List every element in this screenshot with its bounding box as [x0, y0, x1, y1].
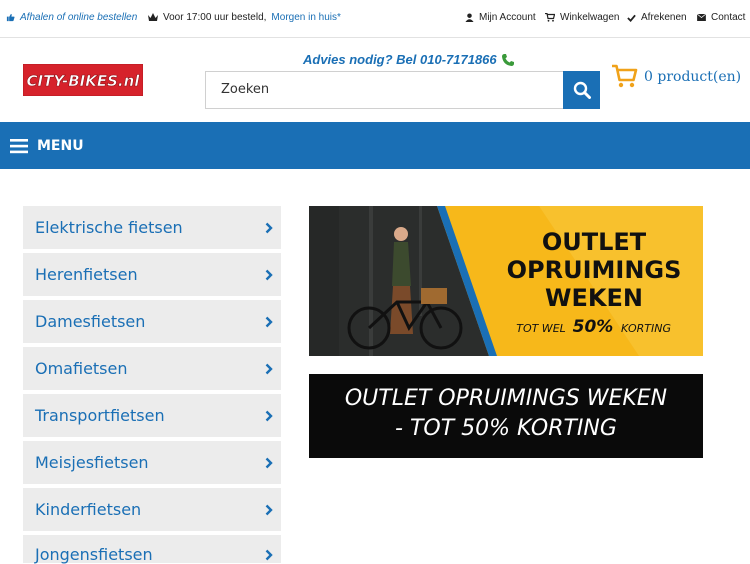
caption-line1: OUTLET OPRUIMINGS WEKEN	[344, 386, 668, 411]
cart-link[interactable]: Winkelwagen	[545, 12, 619, 23]
search-button[interactable]	[563, 71, 600, 109]
chevron-right-icon	[265, 410, 273, 422]
cart-link-label: Winkelwagen	[560, 12, 620, 23]
site-logo[interactable]: CITY-BIKES.nl	[23, 64, 143, 96]
delivery-time-label: Voor 17:00 uur besteld,	[163, 12, 267, 23]
chevron-right-icon	[265, 269, 273, 281]
search-placeholder: Zoeken	[221, 82, 270, 97]
outlet-banner[interactable]: OUTLET OPRUIMINGS WEKEN TOT WEL 50% KORT…	[309, 206, 703, 356]
chevron-right-icon	[265, 504, 273, 516]
tomorrow-label: Morgen in huis*	[271, 12, 341, 23]
banner-small-prefix: TOT WEL	[516, 322, 566, 335]
hamburger-icon[interactable]	[10, 138, 28, 154]
caption-line2: - TOT 50% KORTING	[395, 416, 617, 441]
banner-percent: 50%	[573, 317, 614, 337]
chevron-right-icon	[265, 549, 273, 561]
search-icon	[573, 81, 591, 99]
check-icon	[627, 14, 636, 22]
category-label: Elektrische fietsen	[35, 218, 183, 237]
outlet-caption[interactable]: OUTLET OPRUIMINGS WEKEN - TOT 50% KORTIN…	[309, 374, 703, 458]
envelope-icon	[697, 14, 706, 21]
logo-text: CITY-BIKES.nl	[27, 72, 141, 90]
thumbs-up-icon	[6, 13, 15, 22]
banner-title-line3: WEKEN	[545, 284, 643, 312]
crown-icon	[148, 13, 158, 21]
account-link[interactable]: Mijn Account	[465, 12, 536, 23]
category-label: Omafietsen	[35, 359, 128, 378]
banner-small-suffix: KORTING	[621, 322, 671, 335]
category-label: Damesfietsen	[35, 312, 146, 331]
category-item-jongensfietsen[interactable]: Jongensfietsen	[23, 535, 281, 564]
chevron-right-icon	[265, 457, 273, 469]
category-label: Kinderfietsen	[35, 500, 142, 519]
category-label: Jongensfietsen	[35, 545, 153, 564]
menu-label[interactable]: MENU	[37, 138, 84, 154]
user-icon	[465, 13, 474, 22]
chevron-right-icon	[265, 222, 273, 234]
category-label: Transportfietsen	[35, 406, 165, 425]
contact-link[interactable]: Contact	[697, 12, 745, 23]
account-label: Mijn Account	[479, 12, 536, 23]
advice-phone[interactable]: Advies nodig? Bel 010-7171866	[303, 52, 515, 67]
banner-graphic: OUTLET OPRUIMINGS WEKEN TOT WEL 50% KORT…	[309, 206, 703, 356]
pickup-info: Afhalen of online bestellen	[6, 12, 137, 23]
main-nav: MENU	[0, 122, 750, 169]
top-bar: Afhalen of online bestellen Voor 17:00 u…	[0, 0, 750, 38]
checkout-link[interactable]: Afrekenen	[627, 12, 687, 23]
category-item-transportfietsen[interactable]: Transportfietsen	[23, 394, 281, 437]
cart-icon	[612, 64, 638, 88]
category-item-elektrische-fietsen[interactable]: Elektrische fietsen	[23, 206, 281, 249]
banner-title-line1: OUTLET	[542, 228, 647, 256]
cart-small-icon	[545, 13, 555, 22]
advice-label: Advies nodig? Bel 010-7171866	[303, 52, 497, 67]
cart-count-label: 0 product(en)	[644, 68, 742, 85]
category-item-kinderfietsen[interactable]: Kinderfietsen	[23, 488, 281, 531]
category-item-omafietsen[interactable]: Omafietsen	[23, 347, 281, 390]
banner-title-line2: OPRUIMINGS	[507, 256, 682, 284]
phone-icon	[501, 53, 514, 66]
category-label: Herenfietsen	[35, 265, 138, 284]
cart-button[interactable]: 0 product(en)	[611, 64, 741, 89]
category-item-damesfietsen[interactable]: Damesfietsen	[23, 300, 281, 343]
chevron-right-icon	[265, 316, 273, 328]
chevron-right-icon	[265, 363, 273, 375]
category-label: Meisjesfietsen	[35, 453, 149, 472]
search-input[interactable]: Zoeken	[205, 71, 563, 109]
delivery-info: Voor 17:00 uur besteld, Morgen in huis*	[148, 12, 341, 23]
pickup-label: Afhalen of online bestellen	[20, 12, 138, 23]
category-item-herenfietsen[interactable]: Herenfietsen	[23, 253, 281, 296]
checkout-label: Afrekenen	[641, 12, 687, 23]
contact-label: Contact	[711, 12, 746, 23]
category-item-meisjesfietsen[interactable]: Meisjesfietsen	[23, 441, 281, 484]
